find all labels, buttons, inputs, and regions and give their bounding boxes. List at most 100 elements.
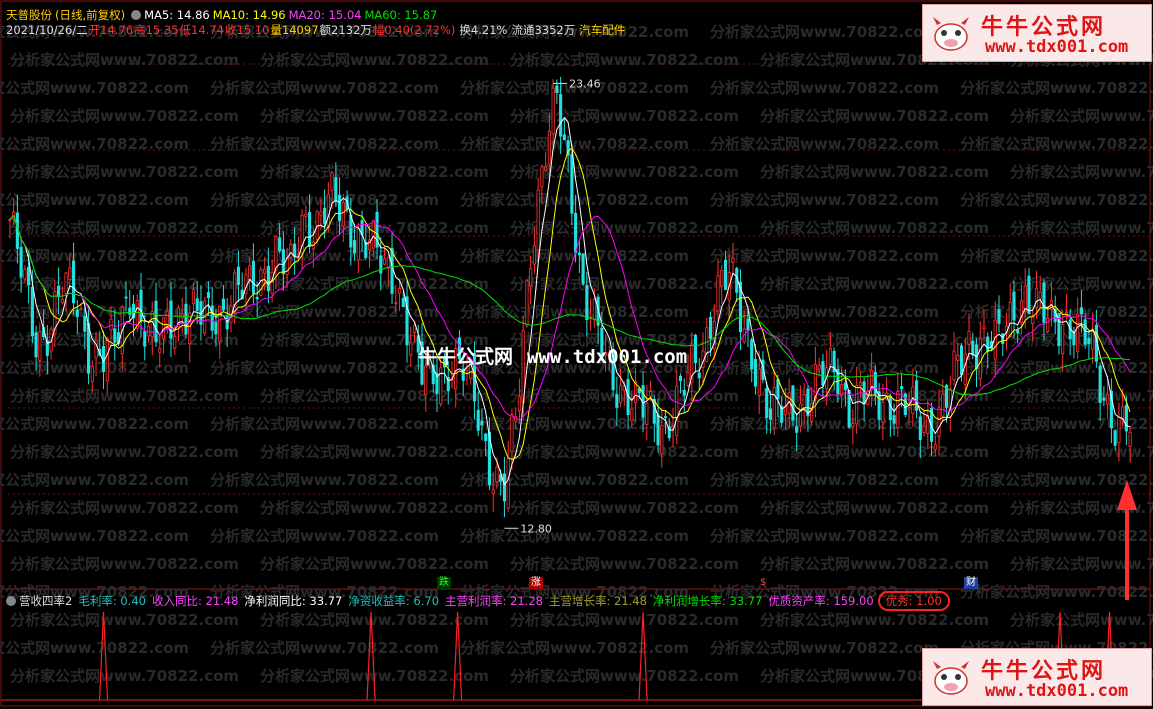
watermark-text: 分析家公式网www.70822.com [710, 415, 939, 433]
candle-body [1042, 282, 1046, 323]
high-value: 15.35 [145, 23, 179, 37]
candle-body [338, 194, 342, 221]
mode[interactable]: (日线,前复权) [55, 8, 125, 22]
candle-body [952, 350, 956, 381]
candle-body [570, 154, 574, 214]
watermark-text: 分析家公式网www.70822.com [710, 247, 939, 265]
candle-body [963, 353, 967, 385]
candle-body [319, 211, 323, 216]
header-row-2: 2021/10/26/二开14.76高15.35低14.74收15.10量140… [6, 23, 628, 37]
candle-body [1113, 430, 1117, 446]
candle-body [900, 386, 904, 390]
indicator-title[interactable]: 营收四率2 [19, 594, 72, 608]
watermark-text: 分析家公式网www.70822.com [0, 191, 189, 209]
candle-body [720, 270, 724, 287]
candle-body [349, 214, 353, 248]
marker-cai[interactable]: 财 [964, 577, 978, 589]
watermark-text: 分析家公式网www.70822.com [510, 555, 739, 573]
candle-body [158, 348, 162, 353]
candle-body [645, 403, 649, 426]
watermark-text: 分析家公式网www.70822.com [0, 639, 189, 657]
candle-body [105, 338, 109, 382]
center-watermark: 牛牛公式网 www.tdx001.com [418, 342, 687, 369]
watermark-text: 分析家公式网www.70822.com [510, 219, 739, 237]
watermark-text: 分析家公式网www.70822.com [210, 359, 439, 377]
ind-item-4: 主营利润率: 21.28 [445, 594, 543, 608]
candle-body [382, 258, 387, 265]
candle-body [68, 267, 72, 280]
candle-body [922, 425, 926, 433]
high-label: 23.46 [569, 77, 601, 90]
watermark-text: 分析家公式网www.70822.com [510, 667, 739, 685]
vol-label: 量 [270, 23, 282, 37]
candle-body [191, 289, 196, 305]
candle-body [270, 272, 274, 294]
candle-body [858, 382, 862, 386]
candle-body [390, 247, 394, 294]
watermark-text: 分析家公式网www.70822.com [510, 163, 739, 181]
candle-body [341, 202, 345, 227]
watermark-text: 分析家公式网www.70822.com [0, 135, 189, 153]
candle-body [124, 296, 128, 299]
marker-zhang[interactable]: 涨 [529, 577, 543, 589]
watermark-text: 分析家公式网www.70822.com [960, 471, 1153, 489]
candle-body [630, 408, 634, 422]
vol-value: 14097 [281, 23, 319, 37]
watermark-text: 分析家公式网www.70822.com [10, 107, 239, 125]
candle-body [1001, 333, 1005, 344]
float-label: 流通 [511, 23, 535, 37]
candle-body [892, 415, 896, 424]
candle-body [907, 407, 911, 410]
watermark-text: 分析家公式网www.70822.com [960, 247, 1153, 265]
watermark-text: 分析家公式网www.70822.com [260, 107, 489, 125]
ind-item-2: 净利润同比: 33.77 [244, 594, 343, 608]
candle-body [540, 166, 544, 187]
watermark-text: 分析家公式网www.70822.com [760, 611, 989, 629]
candle-body [225, 316, 229, 330]
candle-body [146, 325, 151, 337]
candle-body [982, 326, 986, 330]
candle-body [184, 303, 188, 335]
ind-item-8: 优秀: 1.00 [877, 591, 950, 611]
marker-dollar[interactable]: $ [758, 577, 768, 589]
watermark-text: 分析家公式网www.70822.com [0, 415, 189, 433]
watermark-text: 分析家公式网www.70822.com [710, 79, 939, 97]
candle-body [619, 384, 623, 403]
cow-icon [933, 17, 969, 51]
candle-body [412, 325, 417, 334]
candle-body [723, 259, 728, 290]
candle-body [937, 407, 941, 437]
settings-icon[interactable] [131, 10, 142, 20]
candle-body [768, 408, 773, 420]
candle-body [353, 240, 357, 254]
candle-body [38, 330, 42, 361]
date: 2021/10/26/二 [6, 23, 88, 37]
indicator-settings-icon[interactable] [6, 596, 16, 606]
candle-body [896, 390, 900, 429]
candle-body [484, 433, 488, 441]
candle-body [555, 85, 559, 94]
watermark-text: 分析家公式网www.70822.com [1010, 219, 1153, 237]
candle-body [128, 307, 132, 315]
watermark-text: 分析家公式网www.70822.com [510, 443, 739, 461]
ma10-label: MA10: 14.96 [212, 8, 286, 22]
ind-item-3: 净资收益率: 6.70 [348, 594, 440, 608]
candle-body [746, 318, 750, 331]
candle-body [476, 409, 480, 431]
candle-body [559, 93, 563, 137]
candle-body [615, 394, 619, 408]
stock-name[interactable]: 天普股份 [6, 8, 52, 22]
watermark-text: 分析家公式网www.70822.com [960, 191, 1153, 209]
candle-body [251, 261, 255, 294]
candle-body [997, 309, 1001, 324]
sector[interactable]: 汽车配件 [579, 23, 625, 37]
marker-die[interactable]: 跌 [437, 577, 451, 589]
watermark-text: 分析家公式网www.70822.com [210, 79, 439, 97]
candle-body [843, 382, 847, 390]
watermark-text: 分析家公式网www.70822.com [1010, 107, 1153, 125]
logo-top: 牛牛公式网 www.tdx001.com [922, 4, 1152, 62]
watermark-text: 分析家公式网www.70822.com [0, 527, 189, 545]
candle-body [971, 340, 975, 356]
watermark-text: 分析家公式网www.70822.com [960, 527, 1153, 545]
candle-body [1031, 316, 1035, 324]
